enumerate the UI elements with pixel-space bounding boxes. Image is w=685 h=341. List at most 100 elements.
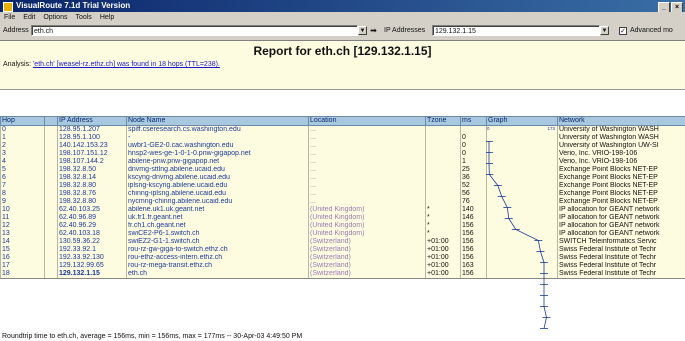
menu-edit[interactable]: Edit <box>23 14 35 21</box>
network-cell: University of Washington UW-SI <box>557 142 685 150</box>
col-network[interactable]: Network <box>557 116 685 126</box>
ip-cell: 62.40.103.25 <box>57 206 127 214</box>
location-cell: ... <box>308 198 426 206</box>
node-name-cell: fr.ch1.ch.geant.net <box>126 222 309 230</box>
ip-address-input[interactable]: 129.132.1.15 <box>432 25 600 36</box>
tzone-cell: +01:00 <box>425 238 461 246</box>
ip-cell: 130.59.36.22 <box>57 238 127 246</box>
hop-cell: 17 <box>0 262 45 270</box>
col-node-name[interactable]: Node Name <box>126 116 309 126</box>
node-name-cell: abilene.uk1.uk.geant.net <box>126 206 309 214</box>
address-input[interactable]: eth.ch <box>31 25 358 36</box>
col-ms[interactable]: ms <box>460 116 487 126</box>
menu-tools[interactable]: Tools <box>75 14 91 21</box>
ip-cell: 198.107.144.2 <box>57 158 127 166</box>
tzone-cell: * <box>425 206 461 214</box>
tzone-cell <box>425 190 461 198</box>
node-name-cell: iplsng-kscyng.abilene.ucaid.edu <box>126 182 309 190</box>
network-cell: Exchange Point Blocks NET-EP <box>557 174 685 182</box>
network-cell: Verio, Inc. VRIO-198-106 <box>557 150 685 158</box>
title-bar: VisualRoute 7.1d Trial Version _ × <box>0 0 685 13</box>
ip-cell: 62.40.96.89 <box>57 214 127 222</box>
location-cell: ... <box>308 166 426 174</box>
table-row[interactable]: 10 62.40.103.25 abilene.uk1.uk.geant.net (U… <box>0 206 685 214</box>
ip-cell: 198.32.8.80 <box>57 198 127 206</box>
location-cell: (United Kingdom) <box>308 230 426 238</box>
table-row[interactable]: 16 192.33.92.130 rou-ethz-access-intern.et… <box>0 254 685 262</box>
table-row[interactable]: 14 130.59.36.22 swiEZ2-G1-1.switch.ch (Swit… <box>0 238 685 246</box>
col-flag[interactable] <box>44 116 58 126</box>
ip-cell: 198.32.8.80 <box>57 182 127 190</box>
table-row[interactable]: 3 198.107.151.12 hnsp2-wes-ge-1-0-1-0.pnw-… <box>0 150 685 158</box>
ms-cell: 0 <box>460 142 487 150</box>
hop-cell: 12 <box>0 222 45 230</box>
flag-cell <box>44 270 58 279</box>
hop-cell: 13 <box>0 230 45 238</box>
flag-cell <box>44 246 58 254</box>
table-row[interactable]: 2 140.142.153.23 uwbr1-GE2-0.cac.washingto… <box>0 142 685 150</box>
location-cell: ... <box>308 150 426 158</box>
flag-cell <box>44 214 58 222</box>
table-row[interactable]: 6 198.32.8.14 kscyng-dnvmg.abilene.ucaid.e… <box>0 174 685 182</box>
col-hop[interactable]: Hop <box>0 116 45 126</box>
col-tzone[interactable]: Tzone <box>425 116 461 126</box>
ms-cell: 156 <box>460 246 487 254</box>
tzone-cell: +01:00 <box>425 254 461 262</box>
col-ip-address[interactable]: IP Address <box>57 116 127 126</box>
hop-cell: 18 <box>0 270 45 279</box>
table-row[interactable]: 13 62.40.103.18 swiCE2-P6-1.switch.ch (Unit… <box>0 230 685 238</box>
node-name-cell: hnsp2-wes-ge-1-0-1-0.pnw-gigapop.net <box>126 150 309 158</box>
advanced-mode-checkbox[interactable]: ✓ <box>619 27 627 35</box>
table-row[interactable]: 12 62.40.96.29 fr.ch1.ch.geant.net (United … <box>0 222 685 230</box>
hop-cell: 0 <box>0 125 45 134</box>
menu-options[interactable]: Options <box>43 14 67 21</box>
analysis-link[interactable]: 'eth.ch' [weasel-rz.ethz.ch] was found i… <box>33 61 220 68</box>
menu-file[interactable]: File <box>4 14 15 21</box>
flag-cell <box>44 134 58 142</box>
ms-cell: 146 <box>460 214 487 222</box>
analysis-prefix: Analysis: <box>3 61 33 68</box>
hop-cell: 3 <box>0 150 45 158</box>
table-row[interactable]: 18 129.132.1.15 eth.ch (Switzerland) +01:00 1… <box>0 270 685 279</box>
ms-cell: 0 <box>460 134 487 142</box>
flag-cell <box>44 158 58 166</box>
location-cell: (Switzerland) <box>308 270 426 279</box>
tzone-cell: +01:00 <box>425 246 461 254</box>
table-row[interactable]: 17 129.132.99.65 rou-rz-mega-transit.ethz.… <box>0 262 685 270</box>
network-cell: University of Washington WASH <box>557 134 685 142</box>
tzone-cell <box>425 134 461 142</box>
ms-cell: 163 <box>460 262 487 270</box>
ms-cell: 156 <box>460 230 487 238</box>
go-arrow-icon[interactable]: ➡ <box>369 26 378 35</box>
table-row[interactable]: 4 198.107.144.2 abilene-pnw.pnw-gigapop.ne… <box>0 158 685 166</box>
location-cell: ... <box>308 182 426 190</box>
flag-cell <box>44 174 58 182</box>
table-row[interactable]: 9 198.32.8.80 nycmng-chinng.abilene.ucaid.… <box>0 198 685 206</box>
table-row[interactable]: 0 128.95.1.207 spiff.cseresearch.cs.washin… <box>0 125 685 134</box>
ms-cell: 36 <box>460 174 487 182</box>
node-name-cell: uwbr1-GE2-0.cac.washington.edu <box>126 142 309 150</box>
node-name-cell: abilene-pnw.pnw-gigapop.net <box>126 158 309 166</box>
ip-dropdown-button[interactable]: ▼ <box>600 26 609 35</box>
ms-cell: 0 <box>460 150 487 158</box>
table-row[interactable]: 8 198.32.8.76 chinng-iplsng.abilene.ucaid.… <box>0 190 685 198</box>
ip-addresses-label: IP Addresses <box>384 27 426 34</box>
table-row[interactable]: 11 62.40.96.89 uk.fr1.fr.geant.net (United … <box>0 214 685 222</box>
network-cell: University of Washington WASH <box>557 125 685 134</box>
flag-cell <box>44 262 58 270</box>
ip-cell: 198.32.8.14 <box>57 174 127 182</box>
address-dropdown-button[interactable]: ▼ <box>358 26 367 35</box>
table-row[interactable]: 15 192.33.92.1 rou-rz-gw-giga-to-switch.et… <box>0 246 685 254</box>
location-cell: (United Kingdom) <box>308 206 426 214</box>
menu-help[interactable]: Help <box>100 14 114 21</box>
analysis-line: Analysis: 'eth.ch' [weasel-rz.ethz.ch] w… <box>3 61 220 68</box>
col-location[interactable]: Location <box>308 116 426 126</box>
node-name-cell: rou-ethz-access-intern.ethz.ch <box>126 254 309 262</box>
flag-cell <box>44 198 58 206</box>
hop-cell: 7 <box>0 182 45 190</box>
location-cell: (Switzerland) <box>308 246 426 254</box>
table-row[interactable]: 5 198.32.8.50 dnvmg-sttlng.abilene.ucaid.e… <box>0 166 685 174</box>
table-row[interactable]: 7 198.32.8.80 iplsng-kscyng.abilene.ucaid.… <box>0 182 685 190</box>
report-header: Report for eth.ch [129.132.1.15] Analysi… <box>0 41 685 90</box>
table-row[interactable]: 1 128.95.1.100-... 0 University of Washingt… <box>0 134 685 142</box>
